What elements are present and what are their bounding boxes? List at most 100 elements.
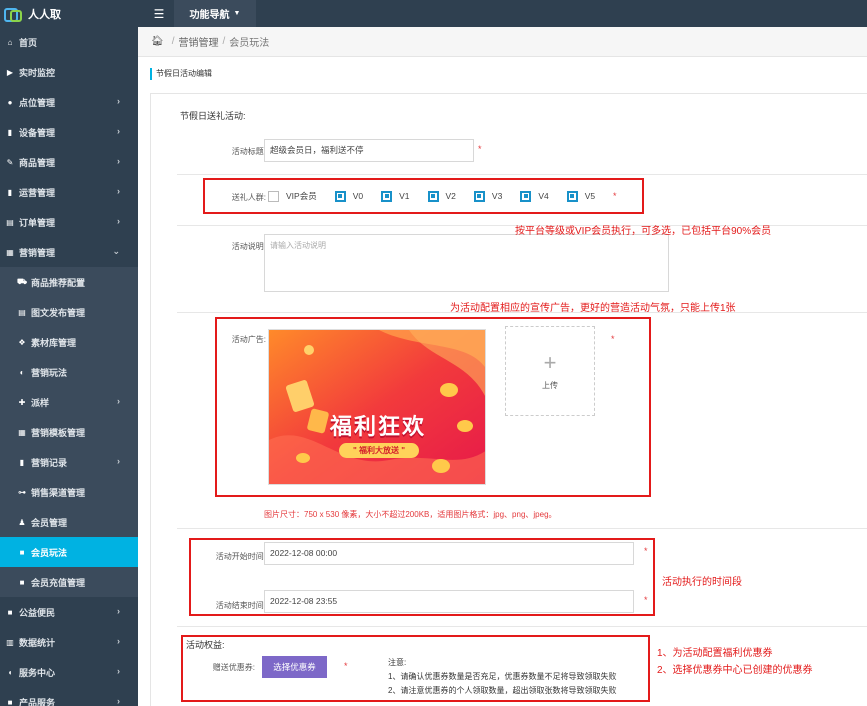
chevron-right-icon: ›: [117, 186, 120, 196]
image-size-tip: 图片尺寸：750 x 530 像素，大小不超过200KB，适用图片格式：jpg、…: [264, 510, 557, 519]
gamepad-icon: ◐: [19, 367, 25, 377]
logo[interactable]: 人人取: [0, 0, 138, 27]
sidebar-item[interactable]: ⛟ 商品推荐配置: [0, 267, 138, 297]
sidebar-item[interactable]: ⊶ 销售渠道管理: [0, 477, 138, 507]
annotation-coupon-note-2: 2、选择优惠券中心已创建的优惠券: [657, 665, 813, 676]
sidebar-item[interactable]: ✎ 商品管理 ›: [0, 147, 138, 177]
sidebar-item[interactable]: ■ 产品服务 ›: [0, 687, 138, 706]
chevron-right-icon: ›: [117, 396, 120, 406]
annotation-group-note: 按平台等级或VIP会员执行，可多选，已包括平台90%会员: [515, 226, 772, 237]
list-icon: ☰: [153, 6, 165, 21]
sidebar-item-label: 商品推荐配置: [31, 277, 86, 288]
description-label: 活动说明:: [231, 242, 266, 251]
gift-icon: ✚: [18, 397, 26, 407]
list-icon: ▤: [6, 217, 14, 227]
sidebar-item-label: 会员充值管理: [31, 577, 86, 588]
cart-icon: ⛟: [16, 277, 28, 286]
square-icon: ■: [7, 697, 13, 706]
annotation-box-ad: [215, 317, 651, 497]
activity-title-input[interactable]: 超级会员日，福利送不停: [264, 139, 474, 162]
sidebar-item[interactable]: ▮ 设备管理 ›: [0, 117, 138, 147]
chevron-right-icon: ›: [117, 696, 120, 706]
sidebar-item-label: 素材库管理: [31, 337, 77, 348]
sidebar-item-label: 实时监控: [19, 67, 56, 78]
chevron-right-icon: ›: [117, 456, 120, 466]
square-icon: ■: [19, 547, 25, 557]
trash-icon: ▦: [6, 247, 14, 257]
home-icon: ⌂: [7, 37, 13, 47]
sidebar-item-label: 会员玩法: [31, 547, 68, 558]
breadcrumb-item-marketing[interactable]: 营销管理: [178, 34, 218, 49]
chevron-right-icon: ›: [117, 666, 120, 676]
bar-chart-icon: ▥: [6, 637, 14, 647]
sitemap-icon: ⊶: [18, 487, 26, 497]
annotation-box-group: [203, 178, 644, 214]
sidebar-item[interactable]: ▤ 图文发布管理: [0, 297, 138, 327]
sidebar-item-label: 会员管理: [31, 517, 68, 528]
activity-title-label: 活动标题:: [231, 147, 266, 156]
sidebar-item-label: 营销管理: [19, 247, 56, 258]
sidebar-item[interactable]: ◐ 营销玩法: [0, 357, 138, 387]
chevron-right-icon: ›: [117, 156, 120, 166]
headset-icon: ◖: [7, 667, 13, 677]
sidebar-item-label: 产品服务: [19, 697, 56, 706]
sidebar-item[interactable]: ● 点位管理 ›: [0, 87, 138, 117]
sidebar-item[interactable]: ✚ 派样 ›: [0, 387, 138, 417]
chevron-right-icon: ›: [117, 636, 120, 646]
divider: [177, 528, 867, 529]
sidebar-item[interactable]: ⌂ 首页: [0, 27, 138, 57]
users-icon: ♟: [18, 517, 26, 527]
caret-down-icon: ▼: [233, 10, 241, 17]
sidebar-item-label: 公益便民: [19, 607, 56, 618]
top-bar: 人人取 ☰ 功能导航 ▼: [0, 0, 867, 27]
divider: [177, 174, 867, 175]
function-nav-dropdown[interactable]: 功能导航 ▼: [174, 0, 256, 27]
function-nav-label: 功能导航: [189, 10, 230, 21]
sidebar-item[interactable]: ♟ 会员管理: [0, 507, 138, 537]
sidebar-item-label: 商品管理: [19, 157, 56, 168]
sidebar-item[interactable]: ❖ 素材库管理: [0, 327, 138, 357]
cubes-icon: ❖: [18, 337, 26, 347]
square-icon: ■: [7, 607, 13, 617]
sidebar-item[interactable]: ■ 公益便民 ›: [0, 597, 138, 627]
chevron-right-icon: ›: [117, 96, 120, 106]
menu-toggle-button[interactable]: ☰: [146, 0, 172, 27]
sidebar-item-label: 数据统计: [19, 637, 56, 648]
main-content: 🏠︎ / 营销管理 / 会员玩法 节假日活动编辑 节假日送礼活动: 活动标题: …: [138, 27, 867, 706]
chevron-right-icon: ›: [117, 126, 120, 136]
sidebar-item[interactable]: ▥ 数据统计 ›: [0, 627, 138, 657]
annotation-box-time: [189, 538, 655, 616]
chevron-right-icon: ›: [117, 216, 120, 226]
sidebar-item[interactable]: ▮ 运营管理 ›: [0, 177, 138, 207]
sidebar-item-label: 运营管理: [19, 187, 56, 198]
app-name: 人人取: [28, 8, 61, 21]
annotation-ad-note: 为活动配置相应的宣传广告，更好的营造活动气氛，只能上传1张: [450, 303, 736, 314]
book-icon: ▮: [19, 457, 25, 467]
sidebar-item[interactable]: ▦ 营销管理 ⌄: [0, 237, 138, 267]
sidebar-item[interactable]: ▦ 营销模板管理: [0, 417, 138, 447]
annotation-box-coupon: [181, 635, 650, 702]
chart-icon: ▮: [7, 127, 13, 137]
sidebar-item[interactable]: ◖ 服务中心 ›: [0, 657, 138, 687]
sidebar-item-label: 销售渠道管理: [31, 487, 86, 498]
breadcrumb: 🏠︎ / 营销管理 / 会员玩法: [138, 27, 867, 57]
sidebar-item-label: 设备管理: [19, 127, 56, 138]
section-title: 节假日送礼活动:: [180, 111, 246, 121]
sidebar-item[interactable]: ▤ 订单管理 ›: [0, 207, 138, 237]
sidebar-item-label: 营销记录: [31, 457, 68, 468]
location-icon: ●: [7, 97, 13, 107]
sidebar-item-label: 首页: [19, 37, 38, 48]
grid-icon: ▦: [18, 427, 26, 437]
book-icon: ▮: [7, 187, 13, 197]
annotation-time-note: 活动执行的时间段: [662, 577, 742, 588]
sidebar-item[interactable]: ■ 会员充值管理: [0, 567, 138, 597]
sidebar-item[interactable]: ▶ 实时监控: [0, 57, 138, 87]
breadcrumb-separator: /: [222, 36, 226, 47]
sidebar-item[interactable]: ■ 会员玩法: [0, 537, 138, 567]
logo-icon: [4, 7, 22, 22]
description-textarea[interactable]: 请输入活动说明: [264, 234, 669, 292]
sidebar-item[interactable]: ▮ 营销记录 ›: [0, 447, 138, 477]
required-mark: *: [478, 144, 482, 154]
home-icon[interactable]: 🏠︎: [151, 36, 164, 47]
annotation-coupon-note-1: 1、为活动配置福利优惠券: [657, 648, 773, 659]
